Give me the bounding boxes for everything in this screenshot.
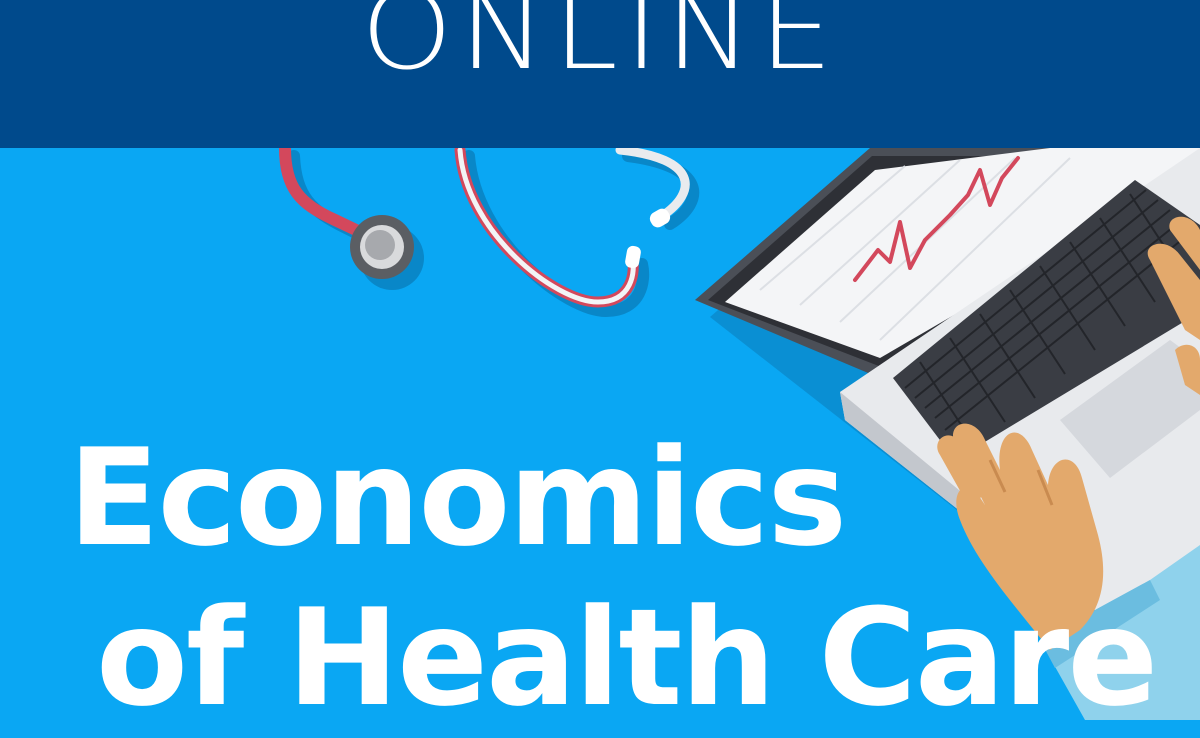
- stethoscope-icon: [279, 142, 700, 318]
- banner-label: ONLINE: [360, 0, 840, 94]
- top-banner: ONLINE: [0, 0, 1200, 148]
- course-title: Economics of Health Care: [68, 418, 1158, 738]
- course-title-line-1: Economics: [68, 420, 847, 576]
- course-title-line-2: of Health Care: [96, 580, 1158, 736]
